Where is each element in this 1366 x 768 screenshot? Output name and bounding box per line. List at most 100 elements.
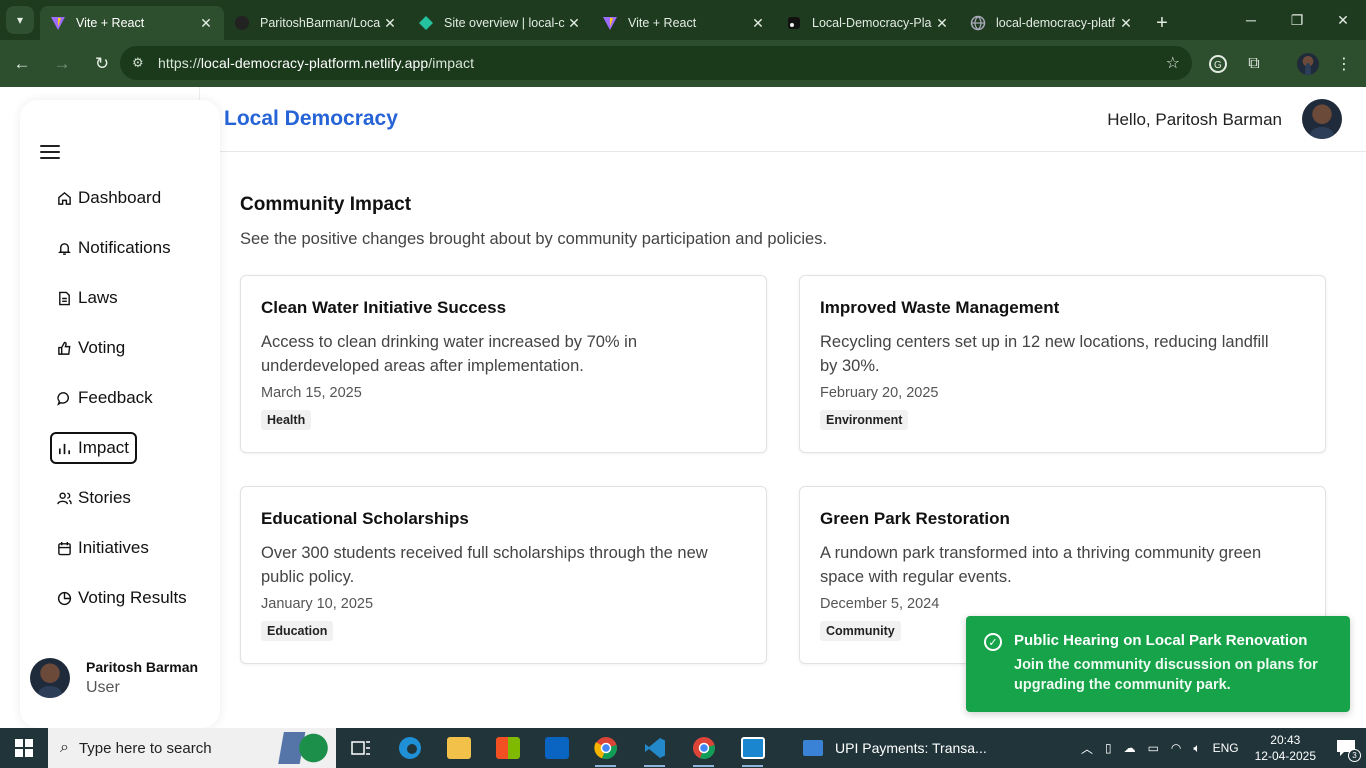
impact-card[interactable]: Improved Waste Management Recycling cent… <box>799 275 1326 453</box>
tab-search-button[interactable]: ▾ <box>0 0 40 40</box>
document-icon <box>56 290 72 306</box>
close-icon[interactable]: ✕ <box>198 15 214 32</box>
toast-body: Join the community discussion on plans f… <box>1014 657 1318 693</box>
browser-tabstrip: ▾ Vite + React ✕ ParitoshBarman/Loca ✕ S… <box>0 0 1366 40</box>
file-explorer-icon[interactable] <box>434 728 483 768</box>
browser-tab[interactable]: local-democracy-platf ✕ <box>960 6 1144 40</box>
card-title: Clean Water Initiative Success <box>261 298 507 317</box>
sidebar-item-voting[interactable]: Voting <box>50 332 133 364</box>
windows-taskbar: ⌕ Type here to search UPI Payments: Tran… <box>0 728 1366 768</box>
category-tag: Health <box>261 410 312 430</box>
taskbar-search[interactable]: ⌕ Type here to search <box>48 728 336 768</box>
sidebar-item-label: Voting Results <box>78 588 187 607</box>
browser-tab[interactable]: Vite + React ✕ <box>592 6 776 40</box>
avatar[interactable] <box>1302 99 1342 139</box>
render-icon <box>786 15 802 31</box>
sidebar-item-initiatives[interactable]: Initiatives <box>50 532 157 564</box>
user-role: User <box>86 679 120 696</box>
sidebar-item-label: Dashboard <box>78 188 162 207</box>
volume-icon[interactable]: 🔈︎ <box>1187 741 1206 756</box>
remote-desktop-icon[interactable] <box>728 728 777 768</box>
restore-icon[interactable]: ❐ <box>1274 0 1320 40</box>
card-body: A rundown park transformed into a thrivi… <box>820 544 1262 586</box>
network-cloud-icon[interactable]: ☁ <box>1118 741 1142 755</box>
language-indicator[interactable]: ENG <box>1207 741 1245 755</box>
wifi-icon[interactable]: ◠ <box>1165 741 1187 755</box>
greeting-text: Hello, Paritosh Barman <box>1107 110 1282 129</box>
site-info-icon[interactable]: ⚙ <box>132 55 158 71</box>
bookmark-star-icon[interactable]: ☆ <box>1166 53 1180 73</box>
close-window-icon[interactable]: ✕ <box>1320 0 1366 40</box>
impact-card[interactable]: Educational Scholarships Over 300 studen… <box>240 486 767 664</box>
notification-toast[interactable]: ✓ Public Hearing on Local Park Renovatio… <box>966 616 1350 712</box>
vscode-icon[interactable] <box>630 728 679 768</box>
sidebar-item-laws[interactable]: Laws <box>50 282 126 314</box>
power-icon[interactable]: ▭ <box>1142 741 1165 755</box>
search-placeholder: Type here to search <box>78 739 212 757</box>
running-app-upi[interactable]: UPI Payments: Transa... <box>803 740 987 756</box>
clock[interactable]: 20:43 12-04-2025 <box>1245 732 1326 764</box>
browser-tab[interactable]: Site overview | local-c ✕ <box>408 6 592 40</box>
chevron-down-icon: ▾ <box>6 6 34 34</box>
sidebar-item-voting-results[interactable]: Voting Results <box>50 582 195 614</box>
impact-card[interactable]: Clean Water Initiative Success Access to… <box>240 275 767 453</box>
sidebar-item-label: Stories <box>78 488 131 507</box>
search-highlight-image <box>262 732 328 764</box>
close-icon[interactable]: ✕ <box>750 15 766 32</box>
card-date: December 5, 2024 <box>820 596 940 612</box>
card-title: Educational Scholarships <box>261 509 469 528</box>
browser-tab[interactable]: Local-Democracy-Pla ✕ <box>776 6 960 40</box>
close-icon[interactable]: ✕ <box>382 15 398 32</box>
store-icon[interactable] <box>483 728 532 768</box>
sidebar-item-impact[interactable]: Impact <box>50 432 138 464</box>
close-icon[interactable]: ✕ <box>1118 15 1134 32</box>
page-subtitle: See the positive changes brought about b… <box>240 230 828 248</box>
menu-kebab-icon[interactable]: ⋮ <box>1328 40 1360 87</box>
chrome-icon[interactable] <box>581 728 630 768</box>
sidebar-item-notifications[interactable]: Notifications <box>50 232 179 264</box>
sidebar-nav: Dashboard Notifications Laws Voting Feed… <box>50 182 195 632</box>
back-button[interactable]: ← <box>4 46 40 82</box>
chrome-profile-icon[interactable] <box>679 728 728 768</box>
browser-tab[interactable]: Vite + React ✕ <box>40 6 224 40</box>
battery-saver-icon[interactable]: ▯ <box>1099 741 1118 755</box>
notification-center-icon[interactable]: 3 <box>1326 728 1366 768</box>
reload-button[interactable]: ↻ <box>84 46 120 82</box>
sidebar-item-stories[interactable]: Stories <box>50 482 139 514</box>
user-profile[interactable]: Paritosh Barman User <box>30 658 198 698</box>
brand-title[interactable]: Local Democracy <box>224 107 398 131</box>
sidebar-item-label: Voting <box>78 338 126 357</box>
running-app-label: UPI Payments: Transa... <box>835 740 987 756</box>
card-date: January 10, 2025 <box>261 596 374 612</box>
forward-button[interactable]: → <box>44 46 80 82</box>
url-bar[interactable]: ⚙ https://local-democracy-platform.netli… <box>120 46 1192 80</box>
task-view-icon[interactable] <box>336 728 385 768</box>
extensions-icon[interactable]: ⧉ <box>1238 40 1270 87</box>
clock-time: 20:43 <box>1270 733 1301 747</box>
browser-tab[interactable]: ParitoshBarman/Loca ✕ <box>224 6 408 40</box>
users-icon <box>56 490 72 506</box>
bar-chart-icon <box>56 440 72 456</box>
github-icon <box>234 15 250 31</box>
new-tab-button[interactable]: + <box>1144 6 1180 40</box>
close-icon[interactable]: ✕ <box>934 15 950 32</box>
edge-icon[interactable] <box>385 728 434 768</box>
card-date: March 15, 2025 <box>261 385 362 401</box>
outlook-icon[interactable] <box>532 728 581 768</box>
calendar-icon <box>56 540 72 556</box>
close-icon[interactable]: ✕ <box>566 15 582 32</box>
profile-avatar[interactable] <box>1292 40 1324 87</box>
hamburger-menu-icon[interactable] <box>40 145 60 163</box>
thumbs-up-icon <box>56 340 72 356</box>
sidebar-item-feedback[interactable]: Feedback <box>50 382 161 414</box>
tab-title: Site overview | local-c <box>444 16 565 30</box>
sidebar-item-dashboard[interactable]: Dashboard <box>50 182 169 214</box>
tab-title: local-democracy-platf <box>996 16 1115 30</box>
windows-start-icon[interactable] <box>0 728 48 768</box>
minimize-icon[interactable]: ─ <box>1228 0 1274 40</box>
tab-title: ParitoshBarman/Loca <box>260 16 381 30</box>
sidebar-item-label: Impact <box>78 438 130 457</box>
category-tag: Community <box>820 621 901 641</box>
chevron-up-icon[interactable]: ︿ <box>1075 740 1099 757</box>
grammarly-icon[interactable]: G <box>1202 40 1234 87</box>
